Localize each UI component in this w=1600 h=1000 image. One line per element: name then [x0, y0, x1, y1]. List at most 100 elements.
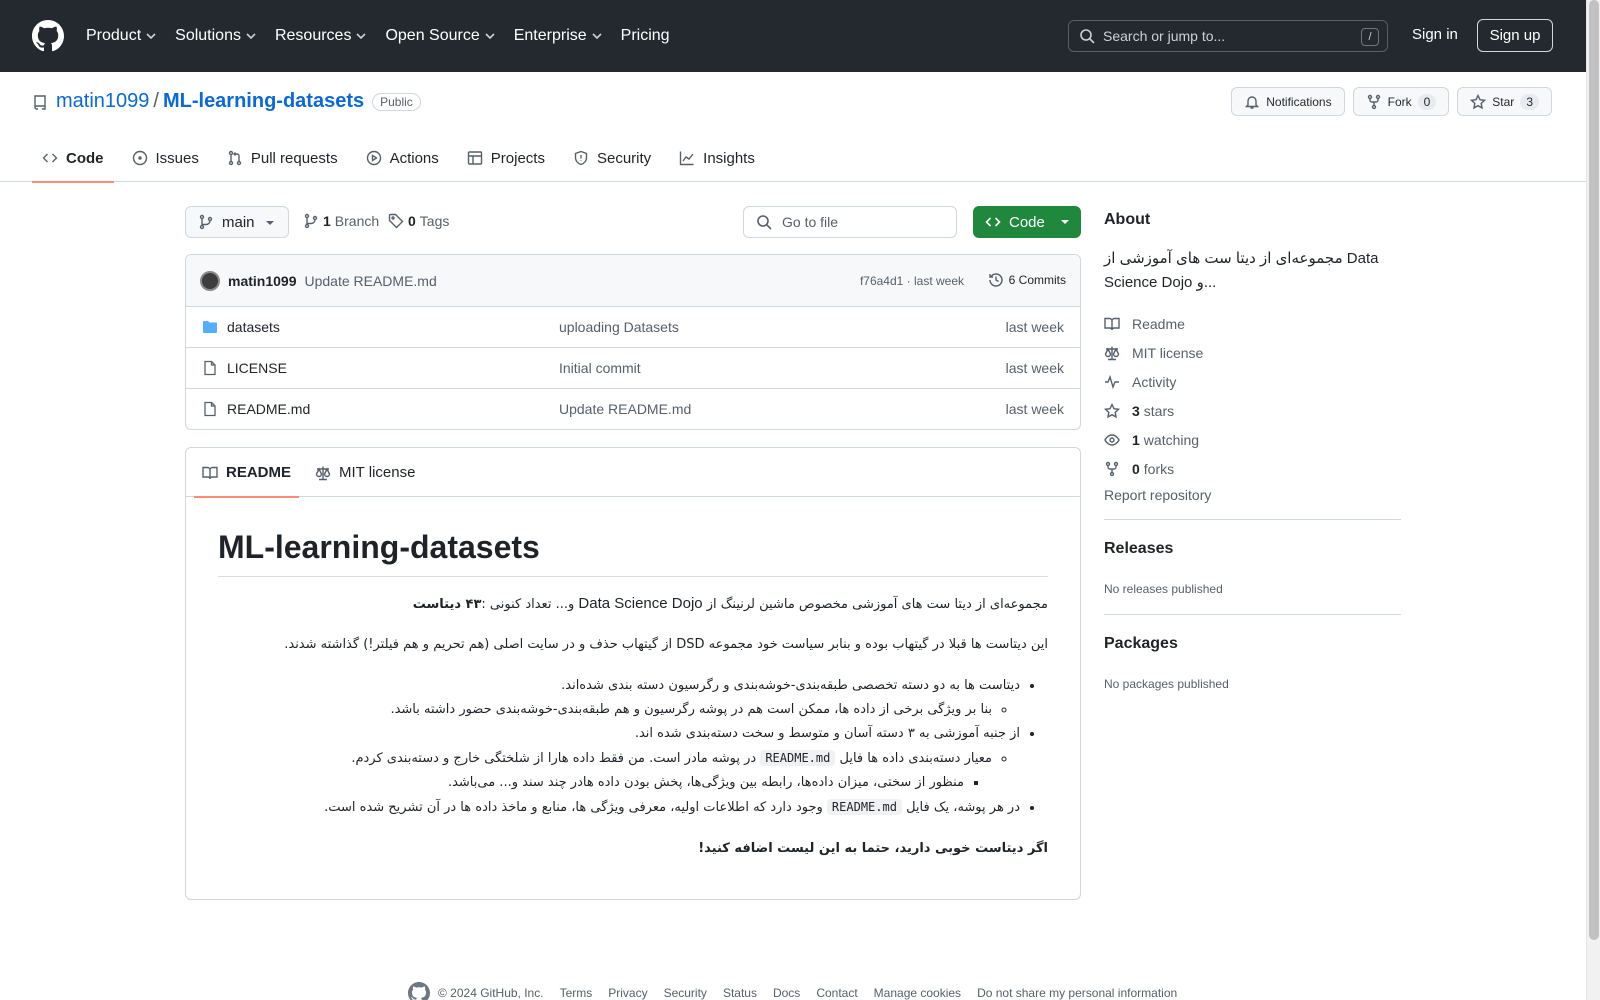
tags-link[interactable]: 0 Tags — [388, 213, 449, 229]
list-item: در هر پوشه، یک فایل README.md وجود دارد … — [218, 795, 1020, 820]
sign-up-button[interactable]: Sign up — [1477, 19, 1553, 52]
footer-link-do-not-share[interactable]: Do not share my personal information — [977, 986, 1177, 1000]
commit-message-link[interactable]: Update README.md — [304, 273, 436, 289]
tab-security[interactable]: Security — [563, 134, 661, 182]
releases-heading[interactable]: Releases — [1104, 540, 1401, 558]
activity-link[interactable]: Activity — [1104, 367, 1401, 396]
caret-down-icon — [1061, 220, 1069, 224]
packages-heading[interactable]: Packages — [1104, 635, 1401, 653]
commit-hash-date[interactable]: f76a4d1 · last week — [860, 274, 964, 288]
nav-open-source-label: Open Source — [385, 27, 480, 44]
nav-resources[interactable]: Resources — [275, 27, 367, 45]
nav-product-label: Product — [86, 27, 142, 44]
issue-icon — [132, 150, 147, 166]
tab-insights[interactable]: Insights — [669, 134, 765, 182]
table-row[interactable]: datasets uploading Datasets last week — [186, 307, 1080, 348]
nav-pricing[interactable]: Pricing — [621, 27, 670, 45]
star-button[interactable]: Star 3 — [1457, 87, 1552, 116]
repo-path-separator: / — [153, 90, 159, 112]
forks-label: forks — [1143, 460, 1175, 477]
footer-link-status[interactable]: Status — [723, 986, 757, 1000]
forks-link[interactable]: 0 forks — [1104, 454, 1401, 483]
nav-product[interactable]: Product — [86, 27, 157, 45]
nav-solutions[interactable]: Solutions — [175, 27, 257, 45]
go-to-file-input[interactable]: Go to file — [743, 206, 957, 238]
activity-link-label: Activity — [1132, 373, 1177, 390]
tab-readme[interactable]: README — [194, 448, 300, 498]
book-icon — [1104, 317, 1120, 330]
notifications-button[interactable]: Notifications — [1231, 87, 1345, 116]
inline-code: README.md — [760, 750, 836, 766]
pull-request-icon — [228, 150, 242, 166]
license-link[interactable]: MIT license — [1104, 338, 1401, 367]
commit-author-link[interactable]: matin1099 — [228, 273, 296, 289]
about-heading: About — [1104, 211, 1151, 228]
watchers-link[interactable]: 1 watching — [1104, 425, 1401, 454]
list-item: منظور از سختی، میزان داده‌ها، رابطه بین … — [218, 771, 964, 795]
file-commit-message-link[interactable]: Update README.md — [559, 401, 691, 417]
file-commit-message-link[interactable]: uploading Datasets — [559, 319, 679, 335]
readme-text: Data Science Dojo — [578, 595, 703, 612]
code-icon — [985, 217, 1001, 227]
footer-link-docs[interactable]: Docs — [773, 986, 800, 1000]
nav-open-source[interactable]: Open Source — [385, 27, 495, 45]
tab-issues[interactable]: Issues — [122, 134, 209, 182]
table-row[interactable]: README.md Update README.md last week — [186, 389, 1080, 429]
repo-owner-link[interactable]: matin1099 — [56, 90, 149, 113]
law-icon — [315, 466, 331, 480]
branch-select-button[interactable]: main — [185, 206, 289, 238]
inline-code: README.md — [826, 799, 902, 815]
branches-link[interactable]: 1 Branch — [303, 213, 379, 229]
readme-text: مجموعه‌ای از دیتا ست های آموزشی مخصوص ما… — [702, 597, 1048, 612]
commits-history-link[interactable]: 6 Commits — [988, 272, 1066, 288]
file-name-link[interactable]: datasets — [227, 319, 280, 335]
tag-icon — [388, 213, 404, 229]
tab-projects[interactable]: Projects — [457, 134, 555, 182]
play-icon — [366, 150, 381, 166]
about-description: مجموعه‌ای از دیتا ست های آموزشی از Data … — [1104, 250, 1379, 291]
readme-subsublist: منظور از سختی، میزان داده‌ها، رابطه بین … — [218, 771, 992, 795]
tab-actions[interactable]: Actions — [356, 134, 449, 182]
tab-code[interactable]: Code — [32, 134, 114, 183]
avatar[interactable] — [200, 270, 220, 291]
table-row[interactable]: LICENSE Initial commit last week — [186, 348, 1080, 389]
readme-body: ML-learning-datasets مجموعه‌ای از دیتا س… — [186, 497, 1080, 860]
eye-icon — [1104, 433, 1120, 446]
footer-link-privacy[interactable]: Privacy — [608, 986, 647, 1000]
file-commit-message-link[interactable]: Initial commit — [559, 360, 641, 376]
github-logo-icon[interactable] — [32, 20, 64, 52]
page-footer: © 2024 GitHub, Inc. Terms Privacy Securi… — [408, 982, 1193, 1000]
footer-link-manage-cookies[interactable]: Manage cookies — [874, 986, 961, 1000]
fork-button[interactable]: Fork 0 — [1352, 87, 1450, 116]
nav-enterprise[interactable]: Enterprise — [514, 27, 603, 45]
sign-in-link[interactable]: Sign in — [1412, 26, 1458, 43]
readme-text: ۴۳ دیتاست — [412, 597, 482, 612]
file-name-link[interactable]: LICENSE — [227, 360, 287, 376]
footer-link-contact[interactable]: Contact — [816, 986, 857, 1000]
footer-link-terms[interactable]: Terms — [560, 986, 593, 1000]
scrollbar-thumb[interactable] — [1589, 0, 1599, 940]
graph-icon — [679, 151, 694, 166]
watchers-count: 1 — [1132, 431, 1140, 448]
file-name-link[interactable]: README.md — [227, 401, 310, 417]
footer-link-security[interactable]: Security — [664, 986, 707, 1000]
readme-list: دیتاست ها به دو دسته تخصصی طبقه‌بندی-خوش… — [218, 674, 1048, 820]
repo-name-link[interactable]: ML-learning-datasets — [163, 90, 364, 113]
page-scrollbar[interactable] — [1586, 0, 1600, 1000]
global-nav: Product Solutions Resources Open Source … — [86, 27, 688, 45]
global-search-input[interactable]: Search or jump to... / — [1068, 20, 1388, 52]
file-list: matin1099 Update README.md f76a4d1 · las… — [185, 254, 1081, 430]
tab-license[interactable]: MIT license — [307, 448, 423, 497]
readme-link[interactable]: Readme — [1104, 309, 1401, 338]
commits-count-label: 6 Commits — [1008, 273, 1066, 287]
stars-link[interactable]: 3 stars — [1104, 396, 1401, 425]
branch-icon — [199, 214, 213, 230]
report-repository-link[interactable]: Report repository — [1104, 487, 1401, 520]
github-logo-icon[interactable] — [408, 982, 430, 1000]
forks-count: 0 — [1132, 460, 1140, 477]
code-dropdown-button[interactable]: Code — [973, 206, 1081, 238]
file-date: last week — [1005, 401, 1064, 417]
star-label: Star — [1492, 94, 1515, 109]
readme-text: از جنبه آموزشی به ۳ دسته آسان و متوسط و … — [634, 726, 1020, 741]
tab-pull-requests[interactable]: Pull requests — [217, 134, 348, 182]
